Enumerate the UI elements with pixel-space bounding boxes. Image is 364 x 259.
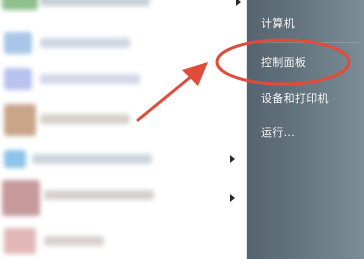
- devices-and-printers-menu-item[interactable]: 设备和打印机: [261, 90, 329, 106]
- computer-menu-item[interactable]: 计算机: [261, 15, 295, 31]
- program-label-blurred: [40, 74, 140, 84]
- program-icon: [2, 180, 40, 216]
- program-item[interactable]: [0, 178, 246, 218]
- program-label-blurred: [40, 38, 130, 48]
- program-label-blurred: [44, 236, 104, 246]
- program-item[interactable]: [0, 148, 246, 170]
- submenu-arrow-icon: [230, 194, 235, 202]
- program-label-blurred: [40, 0, 150, 6]
- program-icon: [4, 32, 32, 54]
- submenu-arrow-icon: [230, 155, 235, 163]
- programs-list-pane: [0, 0, 246, 259]
- program-label-blurred: [40, 114, 130, 124]
- program-label-blurred: [44, 190, 154, 200]
- program-icon: [4, 150, 26, 168]
- run-menu-item[interactable]: 运行...: [261, 124, 295, 140]
- program-icon: [4, 104, 36, 136]
- program-item[interactable]: [0, 28, 246, 58]
- program-item[interactable]: [0, 100, 246, 140]
- menu-separator: [257, 42, 359, 43]
- program-icon: [4, 228, 36, 254]
- program-label-blurred: [32, 154, 152, 164]
- program-icon: [2, 0, 38, 10]
- control-panel-menu-item[interactable]: 控制面板: [261, 54, 306, 70]
- program-item[interactable]: [0, 224, 246, 259]
- program-item[interactable]: [0, 64, 246, 94]
- program-item[interactable]: [0, 0, 246, 28]
- start-menu-right-panel: 计算机 控制面板 设备和打印机 运行...: [247, 0, 364, 259]
- program-icon: [4, 68, 32, 90]
